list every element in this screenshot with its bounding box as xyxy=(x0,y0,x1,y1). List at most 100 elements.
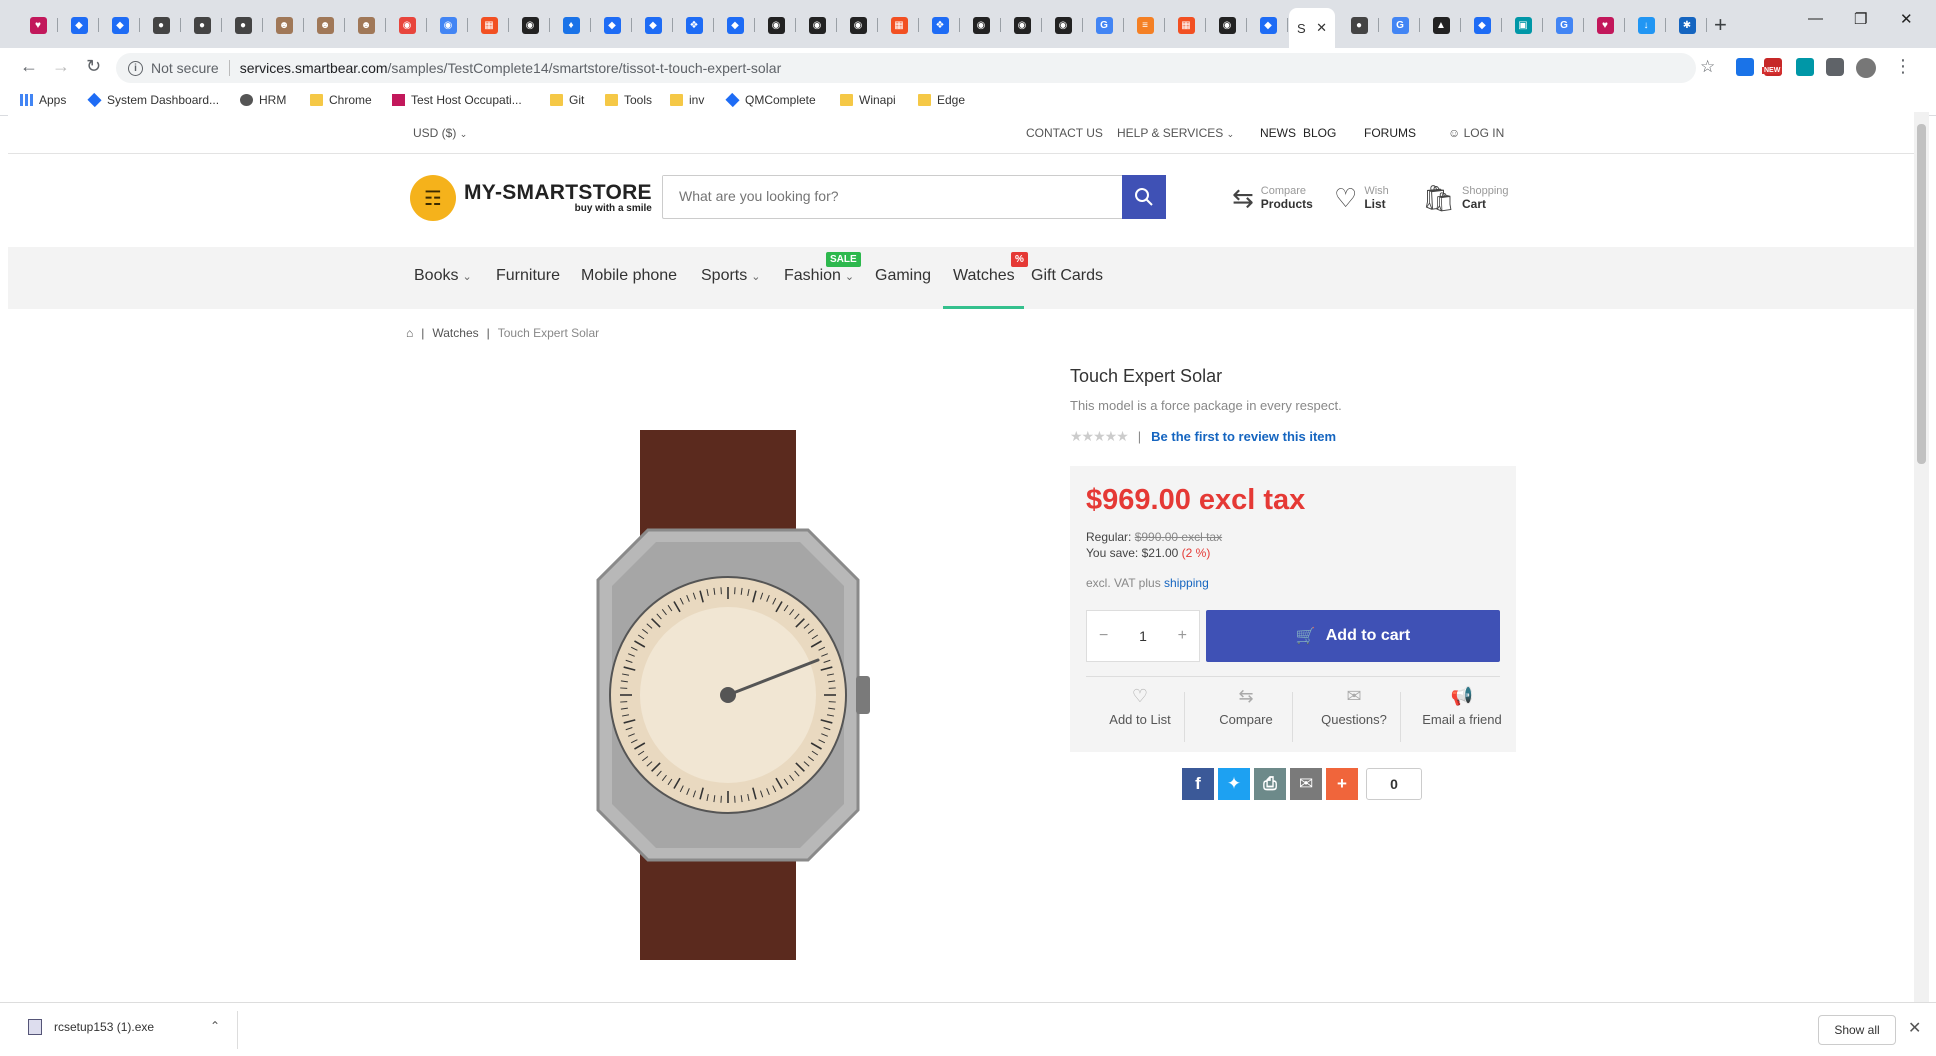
help-services-link[interactable]: HELP & SERVICES ⌄ xyxy=(1117,126,1234,140)
address-bar[interactable]: i Not secure services.smartbear.com/samp… xyxy=(116,53,1696,83)
store-logo[interactable]: ☶ MY-SMARTSTORE buy with a smile xyxy=(410,175,652,221)
menu-item-mobile-phone[interactable]: Mobile phone xyxy=(581,267,677,285)
questions-action[interactable]: ✉ Questions? xyxy=(1300,686,1408,742)
add-to-list-action[interactable]: ♡ Add to List xyxy=(1086,686,1194,742)
search-button[interactable] xyxy=(1122,175,1166,219)
browser-tab[interactable]: ◆ xyxy=(100,10,140,40)
restore-icon[interactable]: ❐ xyxy=(1854,10,1867,28)
show-all-button[interactable]: Show all xyxy=(1818,1015,1896,1045)
bookmark-item[interactable]: Test Host Occupati... xyxy=(392,93,522,107)
browser-tab[interactable]: ◉ xyxy=(510,10,550,40)
profile-avatar[interactable] xyxy=(1856,58,1876,78)
browser-tab[interactable]: ● xyxy=(141,10,181,40)
compare-products-link[interactable]: ⇆ Compare Products xyxy=(1232,185,1313,211)
translate-extension-icon[interactable] xyxy=(1736,58,1754,76)
qr-extension-icon[interactable] xyxy=(1796,58,1814,76)
menu-item-gift-cards[interactable]: Gift Cards xyxy=(1031,267,1103,285)
active-browser-tab[interactable]: S ✕ xyxy=(1289,8,1335,48)
browser-tab[interactable]: ◉ xyxy=(961,10,1001,40)
review-link[interactable]: Be the first to review this item xyxy=(1151,429,1336,444)
share-plus-icon[interactable]: + xyxy=(1326,768,1358,800)
news-link[interactable]: NEWS xyxy=(1260,126,1296,140)
bookmark-item[interactable]: Tools xyxy=(605,93,652,107)
minimize-icon[interactable]: — xyxy=(1808,10,1823,27)
new-tab-button[interactable]: + xyxy=(1714,12,1727,38)
email-friend-action[interactable]: 📢 Email a friend xyxy=(1408,686,1516,742)
print-icon[interactable]: ⎙ xyxy=(1254,768,1286,800)
twitter-icon[interactable]: ✦ xyxy=(1218,768,1250,800)
forward-button[interactable]: → xyxy=(52,56,70,77)
menu-item-fashion[interactable]: Fashion ⌄ xyxy=(784,267,854,285)
blog-link[interactable]: BLOG xyxy=(1303,126,1336,140)
product-watch-image[interactable] xyxy=(578,430,878,960)
browser-tab[interactable]: ◉ xyxy=(1207,10,1247,40)
browser-tab[interactable]: G xyxy=(1084,10,1124,40)
bookmark-item[interactable]: Git xyxy=(550,93,584,107)
bookmark-item[interactable]: Winapi xyxy=(840,93,896,107)
bookmark-item[interactable]: Chrome xyxy=(310,93,372,107)
browser-tab[interactable]: ◉ xyxy=(387,10,427,40)
browser-tab[interactable]: ▣ xyxy=(1503,10,1543,40)
browser-tab[interactable]: ≡ xyxy=(1125,10,1165,40)
contact-us-link[interactable]: CONTACT US xyxy=(1026,126,1103,140)
browser-tab[interactable]: ◉ xyxy=(428,10,468,40)
browser-tab[interactable]: ● xyxy=(1339,10,1379,40)
close-tab-icon[interactable]: ✕ xyxy=(1316,20,1327,36)
browser-tab[interactable]: ❖ xyxy=(920,10,960,40)
email-share-icon[interactable]: ✉ xyxy=(1290,768,1322,800)
compare-action[interactable]: ⇆ Compare xyxy=(1192,686,1300,742)
browser-tab[interactable]: ◉ xyxy=(797,10,837,40)
wish-list-link[interactable]: ♡ Wish List xyxy=(1334,185,1389,211)
currency-selector[interactable]: USD ($) ⌄ xyxy=(413,126,467,140)
facebook-icon[interactable]: f xyxy=(1182,768,1214,800)
decrease-quantity-button[interactable]: − xyxy=(1099,627,1108,645)
menu-item-watches[interactable]: Watches xyxy=(953,267,1015,285)
menu-item-furniture[interactable]: Furniture xyxy=(496,267,560,285)
forums-link[interactable]: FORUMS xyxy=(1364,126,1416,140)
extensions-puzzle-icon[interactable] xyxy=(1826,58,1844,76)
menu-item-gaming[interactable]: Gaming xyxy=(875,267,931,285)
menu-item-sports[interactable]: Sports ⌄ xyxy=(701,267,760,285)
bookmark-item[interactable]: HRM xyxy=(240,93,286,107)
browser-tab[interactable]: ◆ xyxy=(592,10,632,40)
shipping-link[interactable]: shipping xyxy=(1164,576,1209,590)
back-button[interactable]: ← xyxy=(20,56,38,77)
search-input[interactable] xyxy=(663,176,1103,216)
info-icon[interactable]: i xyxy=(128,60,143,76)
increase-quantity-button[interactable]: + xyxy=(1178,627,1187,645)
bookmark-item[interactable]: System Dashboard... xyxy=(87,92,219,108)
chevron-up-icon[interactable]: ⌃ xyxy=(210,1019,220,1033)
quantity-value[interactable]: 1 xyxy=(1139,628,1147,644)
browser-tab[interactable]: ● xyxy=(223,10,263,40)
bookmark-item[interactable]: Apps xyxy=(20,93,66,107)
browser-tab[interactable]: ◆ xyxy=(633,10,673,40)
browser-tab[interactable]: ◆ xyxy=(1248,10,1288,40)
breadcrumb-category[interactable]: Watches xyxy=(432,326,478,340)
new-extension-icon[interactable]: NEW xyxy=(1762,58,1783,76)
download-item[interactable]: rcsetup153 (1).exe xyxy=(28,1019,154,1035)
scrollbar-thumb[interactable] xyxy=(1917,124,1926,464)
menu-kebab-icon[interactable]: ⋮ xyxy=(1894,56,1912,77)
browser-tab[interactable]: ♥ xyxy=(1585,10,1625,40)
close-icon[interactable]: ✕ xyxy=(1908,1018,1921,1038)
browser-tab[interactable]: ▦ xyxy=(1166,10,1206,40)
login-link[interactable]: ☺ LOG IN xyxy=(1448,126,1504,140)
browser-tab[interactable]: ❖ xyxy=(674,10,714,40)
browser-tab[interactable]: ☻ xyxy=(305,10,345,40)
browser-tab[interactable]: ◆ xyxy=(59,10,99,40)
home-icon[interactable]: ⌂ xyxy=(406,326,413,340)
browser-tab[interactable]: G xyxy=(1380,10,1420,40)
browser-tab[interactable]: ◉ xyxy=(756,10,796,40)
browser-tab[interactable]: ☻ xyxy=(346,10,386,40)
reload-button[interactable]: ↻ xyxy=(86,56,101,77)
bookmark-star-icon[interactable]: ☆ xyxy=(1700,57,1715,77)
add-to-cart-button[interactable]: 🛒 Add to cart xyxy=(1206,610,1500,662)
browser-tab[interactable]: ◉ xyxy=(1043,10,1083,40)
bookmark-item[interactable]: inv xyxy=(670,93,704,107)
browser-tab[interactable]: ● xyxy=(182,10,222,40)
close-window-icon[interactable]: ✕ xyxy=(1900,10,1913,28)
browser-tab[interactable]: ▦ xyxy=(879,10,919,40)
browser-tab[interactable]: G xyxy=(1544,10,1584,40)
menu-item-books[interactable]: Books ⌄ xyxy=(414,267,472,285)
bookmark-item[interactable]: Edge xyxy=(918,93,965,107)
